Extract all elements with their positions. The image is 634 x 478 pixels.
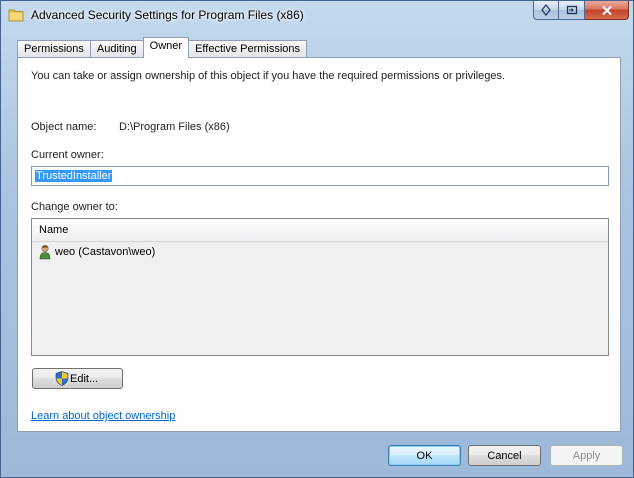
ok-button[interactable]: OK: [388, 445, 461, 466]
list-item[interactable]: weo (Castavon\weo): [32, 242, 608, 262]
tab-strip: Permissions Auditing Owner Effective Per…: [17, 37, 308, 58]
uac-shield-icon: [55, 371, 69, 386]
close-icon: [601, 5, 612, 15]
folder-icon: [8, 9, 24, 22]
tab-owner[interactable]: Owner: [142, 37, 190, 58]
caption-buttons: [533, 1, 629, 20]
edit-button[interactable]: Edit...: [32, 368, 123, 389]
maximize-button[interactable]: [559, 1, 585, 20]
change-owner-label: Change owner to:: [31, 201, 118, 213]
edit-button-label: Edit...: [70, 372, 99, 385]
learn-about-ownership-link[interactable]: Learn about object ownership: [31, 410, 175, 422]
window-title: Advanced Security Settings for Program F…: [31, 8, 304, 22]
tab-effective-permissions[interactable]: Effective Permissions: [188, 40, 308, 58]
current-owner-field[interactable]: TrustedInstaller: [31, 166, 609, 186]
maximize-icon: [566, 5, 577, 15]
column-header-name[interactable]: Name: [32, 219, 608, 242]
object-name-value: D:\Program Files (x86): [119, 121, 230, 133]
restore-icon: [541, 4, 551, 16]
intro-text: You can take or assign ownership of this…: [31, 70, 506, 82]
dialog-window: Advanced Security Settings for Program F…: [0, 0, 634, 478]
list-item-label: weo (Castavon\weo): [55, 246, 156, 258]
title-bar[interactable]: Advanced Security Settings for Program F…: [1, 1, 633, 31]
current-owner-label: Current owner:: [31, 149, 104, 161]
restore-button[interactable]: [533, 1, 559, 20]
close-button[interactable]: [585, 1, 629, 20]
tab-permissions[interactable]: Permissions: [17, 40, 91, 58]
cancel-button[interactable]: Cancel: [468, 445, 541, 466]
apply-button[interactable]: Apply: [550, 445, 623, 466]
tab-auditing[interactable]: Auditing: [89, 40, 144, 58]
change-owner-list[interactable]: Name weo (Castavon\weo): [31, 218, 609, 356]
current-owner-value: TrustedInstaller: [35, 170, 113, 182]
object-name-label: Object name:: [31, 121, 97, 133]
user-icon: [39, 244, 51, 260]
